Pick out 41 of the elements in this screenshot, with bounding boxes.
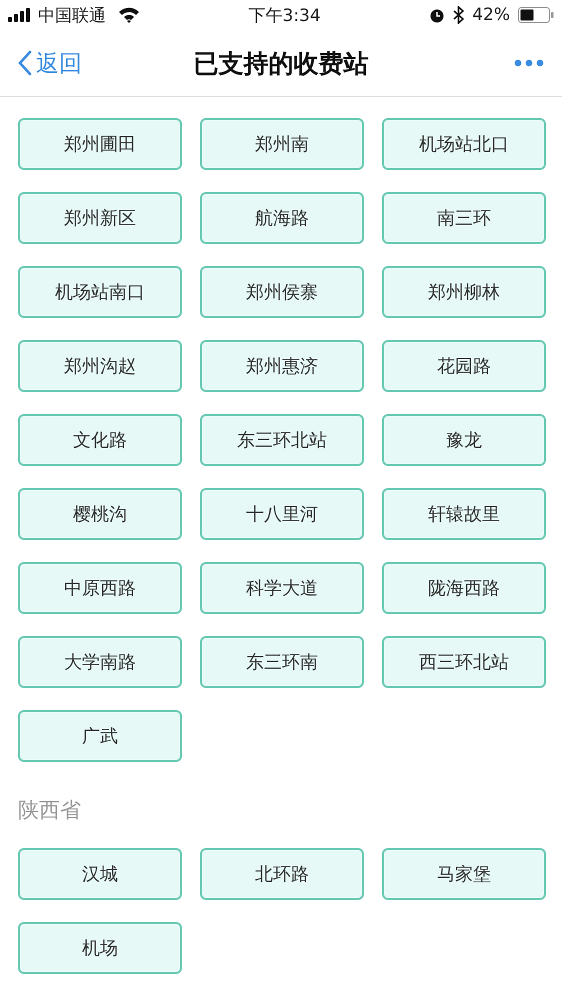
page-title: 已支持的收费站: [194, 48, 368, 80]
toll-station-button[interactable]: 樱桃沟: [18, 488, 182, 540]
battery-icon: [518, 7, 554, 23]
battery-percent: 42%: [472, 5, 510, 25]
toll-station-button[interactable]: 轩辕故里: [382, 488, 546, 540]
carrier-name: 中国联通: [38, 4, 106, 26]
toll-station-button[interactable]: 中原西路: [18, 562, 182, 614]
toll-station-button[interactable]: 东三环南: [200, 636, 364, 688]
toll-station-button[interactable]: 十八里河: [200, 488, 364, 540]
toll-station-button[interactable]: 郑州南: [200, 118, 364, 170]
status-time: 下午3:34: [248, 4, 321, 26]
toll-station-button[interactable]: 文化路: [18, 414, 182, 466]
toll-station-button[interactable]: 郑州沟赵: [18, 340, 182, 392]
more-icon[interactable]: [514, 59, 544, 67]
bluetooth-icon: [453, 6, 464, 24]
toll-station-button[interactable]: 郑州侯寨: [200, 266, 364, 318]
toll-station-button[interactable]: 大学南路: [18, 636, 182, 688]
alarm-icon: [429, 7, 446, 23]
toll-station-button[interactable]: 北环路: [200, 848, 364, 900]
toll-station-button[interactable]: 陇海西路: [382, 562, 546, 614]
province-heading: 陕西省: [17, 797, 82, 824]
toll-station-button[interactable]: 机场站南口: [18, 266, 182, 318]
signal-icon: [8, 8, 32, 22]
chevron-left-icon: [18, 50, 32, 76]
toll-station-button[interactable]: 科学大道: [200, 562, 364, 614]
toll-station-button[interactable]: 郑州新区: [18, 192, 182, 244]
toll-station-button[interactable]: 郑州圃田: [18, 118, 182, 170]
wifi-icon: [118, 7, 140, 23]
toll-station-button[interactable]: 广武: [18, 710, 182, 762]
toll-station-button[interactable]: 郑州惠济: [200, 340, 364, 392]
toll-station-button[interactable]: 花园路: [382, 340, 546, 392]
toll-station-button[interactable]: 马家堡: [382, 848, 546, 900]
toll-station-button[interactable]: 郑州柳林: [382, 266, 546, 318]
toll-station-button[interactable]: 航海路: [200, 192, 364, 244]
toll-station-button[interactable]: 机场: [18, 922, 182, 974]
toll-station-button[interactable]: 东三环北站: [200, 414, 364, 466]
toll-station-button[interactable]: 西三环北站: [382, 636, 546, 688]
toll-station-button[interactable]: 豫龙: [382, 414, 546, 466]
toll-station-button[interactable]: 南三环: [382, 192, 546, 244]
toll-station-button[interactable]: 汉城: [18, 848, 182, 900]
toll-station-button[interactable]: 机场站北口: [382, 118, 546, 170]
